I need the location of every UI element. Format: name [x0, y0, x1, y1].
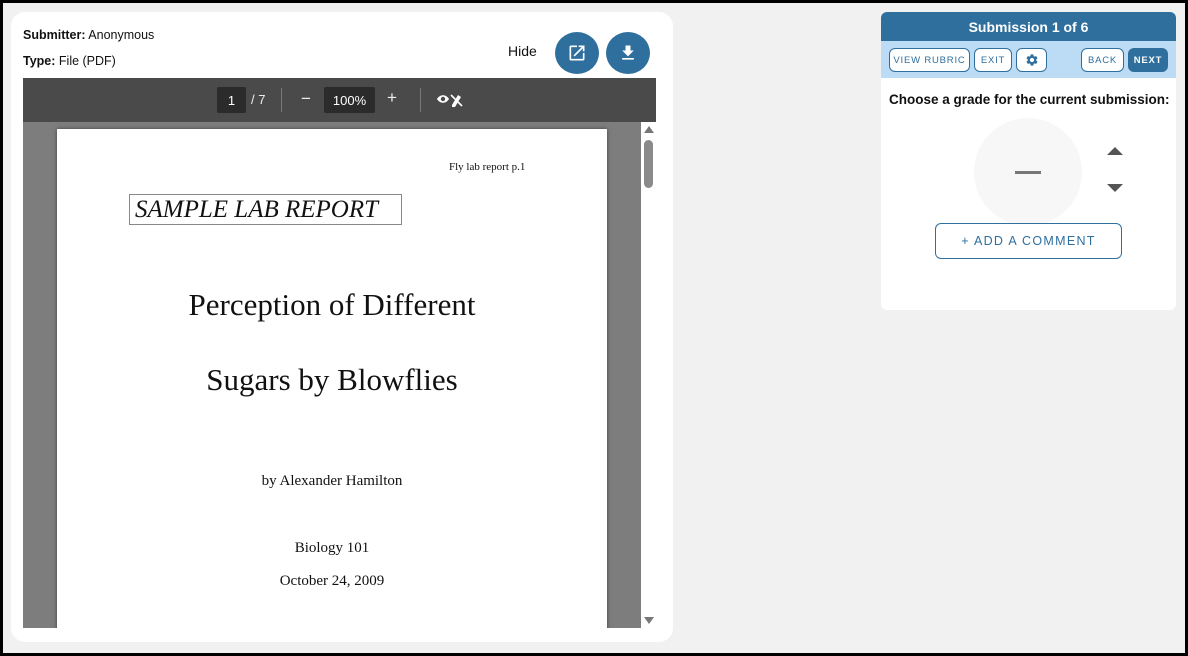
- submitter-label: Submitter:: [23, 28, 86, 42]
- type-info: Type: File (PDF): [23, 54, 116, 68]
- grade-increase-icon[interactable]: [1107, 147, 1123, 155]
- submitter-value: Anonymous: [88, 28, 155, 42]
- grading-panel: Submission 1 of 6 VIEW RUBRIC EXIT BACK …: [881, 12, 1176, 310]
- document-course: Biology 101: [294, 540, 370, 556]
- page-total: / 7: [251, 92, 266, 107]
- settings-button[interactable]: [1016, 48, 1047, 72]
- download-button[interactable]: [606, 32, 650, 74]
- grade-decrease-icon[interactable]: [1107, 184, 1123, 192]
- open-in-new-icon: [569, 45, 585, 61]
- submission-card: Submitter: Anonymous Type: File (PDF) Hi…: [11, 12, 673, 642]
- hide-button[interactable]: Hide: [508, 43, 537, 59]
- eye-edit-icon[interactable]: [436, 92, 464, 108]
- type-label: Type:: [23, 54, 56, 68]
- submitter-info: Submitter: Anonymous: [23, 28, 154, 42]
- exit-button[interactable]: EXIT: [974, 48, 1012, 72]
- document-title-line-1: Perception of Different: [188, 287, 476, 322]
- zoom-in-button[interactable]: +: [387, 88, 397, 108]
- grade-prompt: Choose a grade for the current submissio…: [889, 92, 1170, 107]
- scroll-thumb[interactable]: [644, 140, 653, 188]
- add-comment-button[interactable]: + ADD A COMMENT: [935, 223, 1122, 259]
- grading-toolbar: VIEW RUBRIC EXIT BACK NEXT: [881, 41, 1176, 78]
- back-button[interactable]: BACK: [1081, 48, 1124, 72]
- zoom-level-input[interactable]: 100%: [324, 87, 375, 113]
- submission-counter: Submission 1 of 6: [881, 12, 1176, 41]
- page-header-note: Fly lab report p.1: [449, 161, 526, 173]
- gear-icon: [1026, 54, 1037, 66]
- zoom-out-button[interactable]: −: [301, 89, 311, 109]
- next-button[interactable]: NEXT: [1128, 48, 1168, 72]
- scroll-up-icon[interactable]: [644, 126, 654, 133]
- toolbar-divider: [420, 88, 421, 112]
- document-author: by Alexander Hamilton: [261, 473, 403, 489]
- document-title-line-2: Sugars by Blowflies: [206, 362, 458, 397]
- grade-selector[interactable]: [974, 118, 1082, 226]
- pdf-page: Fly lab report p.1 SAMPLE LAB REPORT Per…: [57, 129, 607, 628]
- pdf-toolbar: 1 / 7 − 100% +: [23, 78, 656, 122]
- scroll-down-icon[interactable]: [644, 617, 654, 624]
- toolbar-divider: [281, 88, 282, 112]
- sample-label: SAMPLE LAB REPORT: [129, 194, 402, 225]
- grade-empty-dash: [1015, 170, 1041, 174]
- document-date: October 24, 2009: [279, 573, 385, 589]
- download-icon: [622, 45, 634, 60]
- pdf-scrollbar[interactable]: [641, 122, 656, 628]
- pdf-viewer[interactable]: 1 / 7 − 100% + Fly lab report p.1 SAMPLE…: [23, 78, 656, 628]
- open-in-new-button[interactable]: [555, 32, 599, 74]
- type-value: File (PDF): [58, 54, 116, 68]
- view-rubric-button[interactable]: VIEW RUBRIC: [889, 48, 970, 72]
- page-number-input[interactable]: 1: [217, 87, 246, 113]
